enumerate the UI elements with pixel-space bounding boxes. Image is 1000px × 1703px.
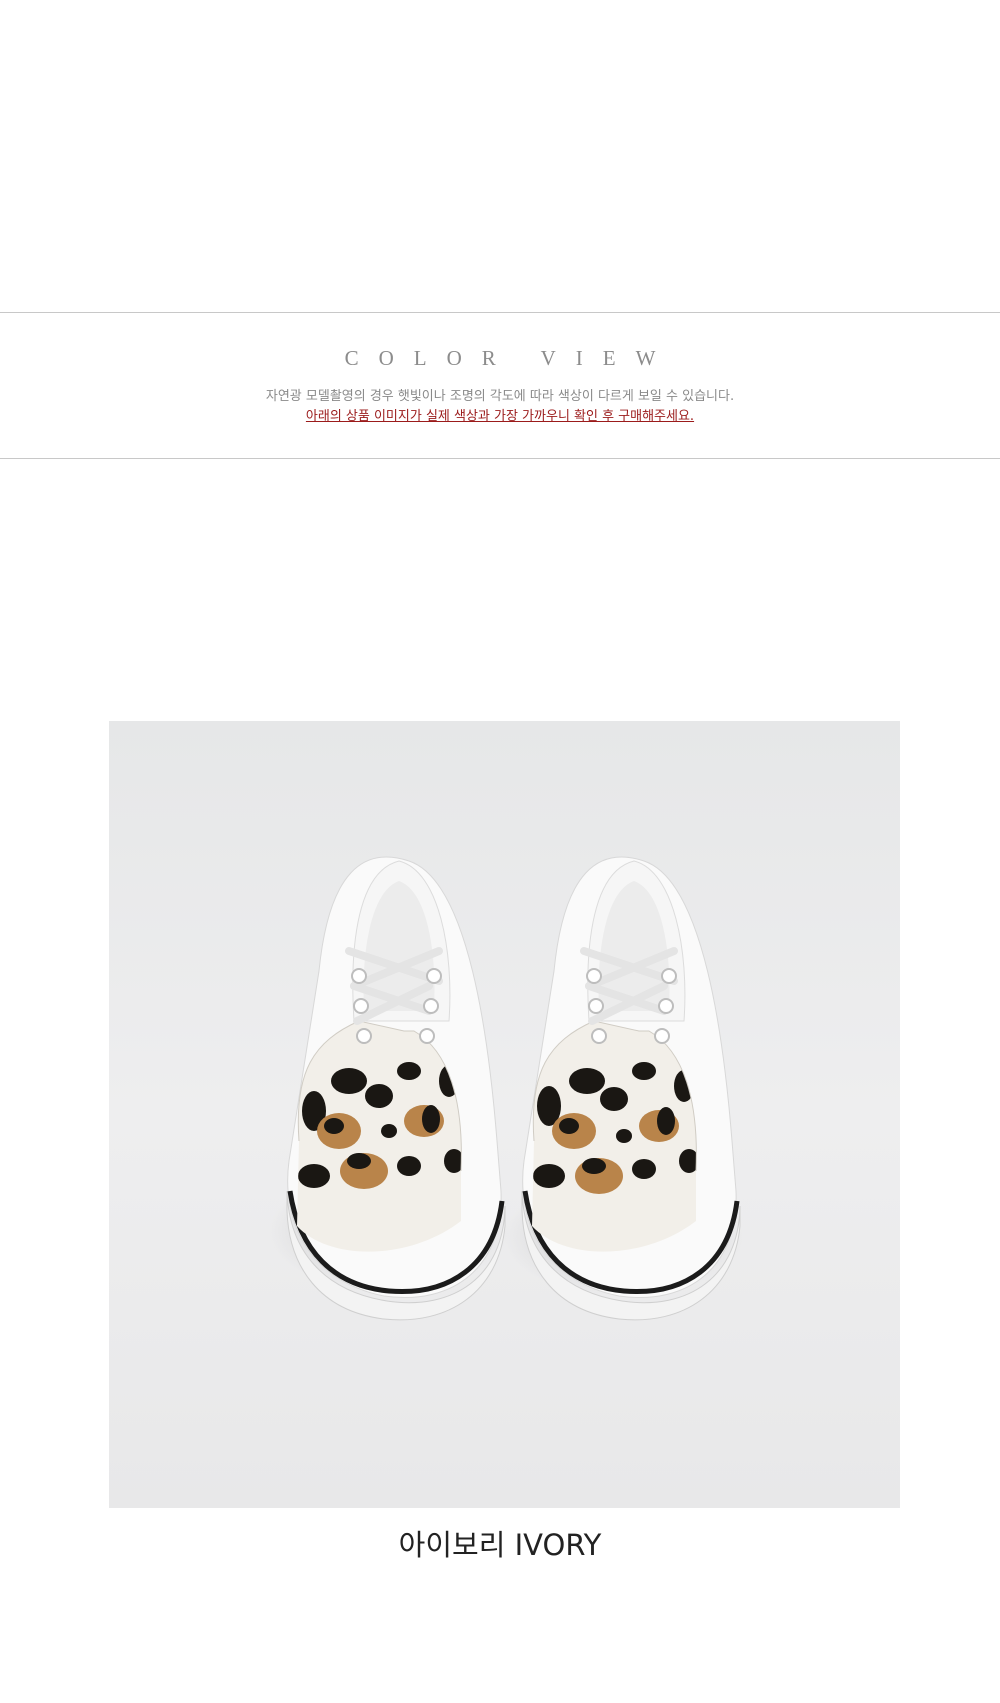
section-heading: COLOR VIEW xyxy=(344,346,676,370)
color-notice-emphasis: 아래의 상품 이미지가 실제 색상과 가장 가까우니 확인 후 구매해주세요. xyxy=(305,409,695,424)
color-notice-text: 자연광 모델촬영의 경우 햇빛이나 조명의 각도에 따라 색상이 다르게 보일 … xyxy=(265,389,735,404)
product-photo xyxy=(109,721,900,1508)
bottom-divider xyxy=(0,458,1000,459)
color-name-caption: 아이보리 IVORY xyxy=(398,1528,602,1562)
top-divider xyxy=(0,312,1000,313)
right-shoe xyxy=(521,856,741,1321)
left-shoe xyxy=(286,856,506,1321)
sneakers-illustration xyxy=(269,856,744,1321)
